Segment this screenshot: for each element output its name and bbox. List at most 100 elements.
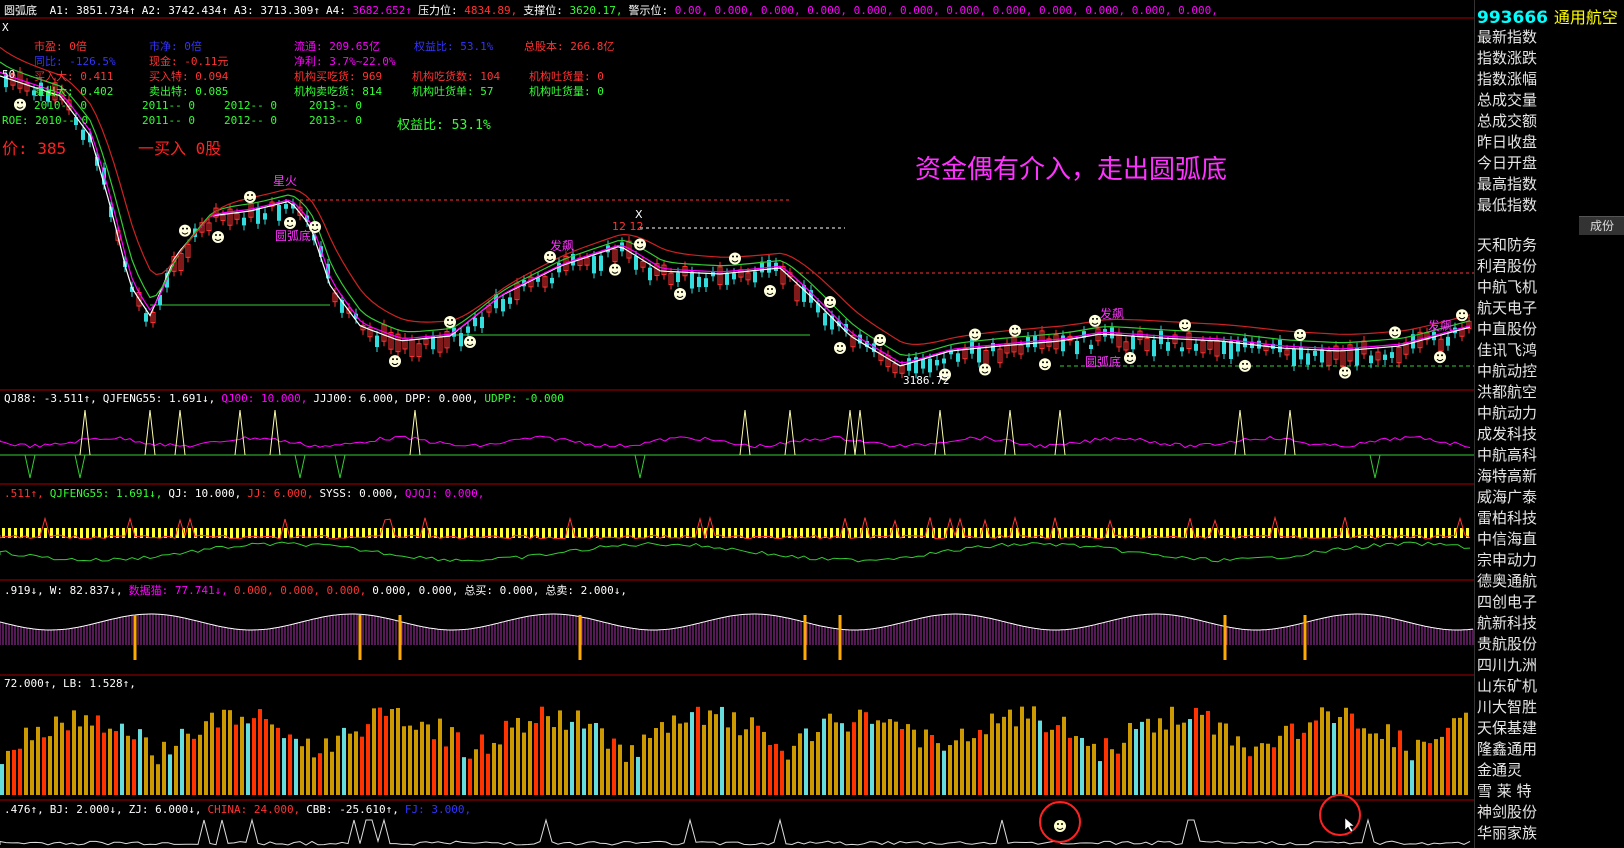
volume-bar xyxy=(426,724,430,795)
candle-body xyxy=(676,272,680,283)
ind2-bar xyxy=(578,528,581,538)
constituent-item[interactable]: 华丽家族 xyxy=(1477,823,1537,844)
volume-bar xyxy=(378,707,382,795)
ind2-bar xyxy=(1142,528,1145,538)
smiley-icon xyxy=(284,217,296,229)
volume-bar xyxy=(1464,712,1468,795)
sidebar-menu-item[interactable]: 总成交额 xyxy=(1477,111,1537,132)
sidebar-menu-item[interactable]: 最高指数 xyxy=(1477,174,1537,195)
constituent-item[interactable]: 隆鑫通用 xyxy=(1477,739,1537,760)
volume-bar xyxy=(726,727,730,795)
volume-bar xyxy=(312,757,316,795)
candle-body xyxy=(277,204,281,221)
candle-body xyxy=(1355,347,1359,366)
volume-bar xyxy=(1332,723,1336,795)
buy-line-label: 一买入 0股 xyxy=(138,139,222,158)
sidebar-menu-item[interactable]: 最新指数 xyxy=(1477,27,1537,48)
constituent-item[interactable]: 中信海直 xyxy=(1477,529,1537,550)
constituent-item[interactable]: 成发科技 xyxy=(1477,424,1537,445)
candle-body xyxy=(697,276,701,288)
ind1-spike xyxy=(174,409,186,456)
tab-constituents[interactable]: 成份 xyxy=(1579,216,1624,235)
sidebar-menu-item[interactable]: 指数涨跌 xyxy=(1477,48,1537,69)
constituent-item[interactable]: 神剑股份 xyxy=(1477,802,1537,823)
ind2-bar xyxy=(188,528,191,538)
candle-body xyxy=(732,273,736,280)
volume-bar xyxy=(978,729,982,795)
constituent-item[interactable]: 利君股份 xyxy=(1477,256,1537,277)
constituent-item[interactable]: 中直股份 xyxy=(1477,319,1537,340)
constituent-item[interactable]: 航新科技 xyxy=(1477,613,1537,634)
smiley-eye xyxy=(982,366,984,369)
volume-bar xyxy=(1434,739,1438,795)
constituent-item[interactable]: 雷柏科技 xyxy=(1477,508,1537,529)
constituent-item[interactable]: 洪都航空 xyxy=(1477,382,1537,403)
volume-bar xyxy=(804,728,808,795)
volume-bar xyxy=(1446,727,1450,795)
volume-bar xyxy=(1416,739,1420,795)
volume-bar xyxy=(1410,760,1414,795)
sidebar-menu-item[interactable]: 最低指数 xyxy=(1477,195,1537,216)
constituent-item[interactable]: 金通灵 xyxy=(1477,760,1537,781)
constituent-item[interactable]: 四川九洲 xyxy=(1477,655,1537,676)
volume-bar xyxy=(684,722,688,795)
volume-bar xyxy=(1098,761,1102,795)
sidebar-menu-item[interactable]: 昨日收盘 xyxy=(1477,132,1537,153)
ind2-bar xyxy=(698,528,701,538)
volume-bar xyxy=(384,715,388,795)
constituent-item[interactable]: 航天电子 xyxy=(1477,298,1537,319)
constituent-item[interactable]: 雪 莱 特 xyxy=(1477,781,1537,802)
constituent-item[interactable]: 中航高科 xyxy=(1477,445,1537,466)
ind2-bar xyxy=(1328,528,1331,538)
volume-bar xyxy=(294,738,298,795)
candle-body xyxy=(1383,354,1387,360)
volume-bar xyxy=(138,729,142,795)
ind2-bar xyxy=(626,528,629,538)
sidebar-menu-item[interactable]: 今日开盘 xyxy=(1477,153,1537,174)
constituent-item[interactable]: 贵航股份 xyxy=(1477,634,1537,655)
ind2-bar xyxy=(614,528,617,538)
ind2-bar xyxy=(386,528,389,538)
constituent-item[interactable]: 德奥通航 xyxy=(1477,571,1537,592)
indicator-value: JJJ00: 6.000, xyxy=(313,392,400,405)
constituent-item[interactable]: 佳讯飞鸿 xyxy=(1477,340,1537,361)
constituent-item[interactable]: 中航动控 xyxy=(1477,361,1537,382)
smiley-eye xyxy=(186,227,188,230)
constituent-item[interactable]: 四创电子 xyxy=(1477,592,1537,613)
constituent-item[interactable]: 中航飞机 xyxy=(1477,277,1537,298)
volume-bar xyxy=(174,745,178,795)
constituent-item[interactable]: 海特高新 xyxy=(1477,466,1537,487)
smiley-eye xyxy=(316,224,318,226)
constituent-item[interactable]: 天和防务 xyxy=(1477,235,1537,256)
indicator-value: .476↑, xyxy=(4,803,44,816)
volume-bar xyxy=(1374,733,1378,795)
constituent-item[interactable]: 山东矿机 xyxy=(1477,676,1537,697)
volume-bar xyxy=(834,722,838,795)
star-fire-label: 星火 xyxy=(273,174,297,188)
constituent-item[interactable]: 天保基建 xyxy=(1477,718,1537,739)
volume-bar xyxy=(498,744,502,795)
smiley-icon xyxy=(1039,358,1051,371)
constituent-item[interactable]: 川大智胜 xyxy=(1477,697,1537,718)
smiley-eye xyxy=(1392,329,1394,332)
volume-bar xyxy=(306,738,310,795)
sidebar-menu-item[interactable]: 指数涨幅 xyxy=(1477,69,1537,90)
info-cell: 2012-- 0 xyxy=(224,114,277,127)
sidebar-menu-item[interactable]: 总成交量 xyxy=(1477,90,1537,111)
indicator-value: 总卖: 2.000↓, xyxy=(545,584,627,597)
constituent-item[interactable]: 威海广泰 xyxy=(1477,487,1537,508)
constituent-item[interactable]: 宗申动力 xyxy=(1477,550,1537,571)
low-price-label: 3186.72 xyxy=(903,374,949,387)
ind2-bar xyxy=(554,528,557,538)
candle-body xyxy=(823,313,827,326)
info-cell: 现金: -0.11元 xyxy=(149,55,229,68)
volume-bar xyxy=(300,746,304,795)
volume-bar xyxy=(756,725,760,795)
smiley-eye xyxy=(1342,369,1344,372)
volume-bar xyxy=(768,744,772,795)
smiley-eye xyxy=(291,220,293,222)
constituent-item[interactable]: 中航动力 xyxy=(1477,403,1537,424)
chart-area[interactable]: 3186.72 星火 圆弧底 圆弧底 发飙 发飙 发飙 12 12 X 资金偶有… xyxy=(0,0,1474,848)
info-cell: 2013-- 0 xyxy=(309,99,362,112)
smiley-eye xyxy=(767,288,769,290)
